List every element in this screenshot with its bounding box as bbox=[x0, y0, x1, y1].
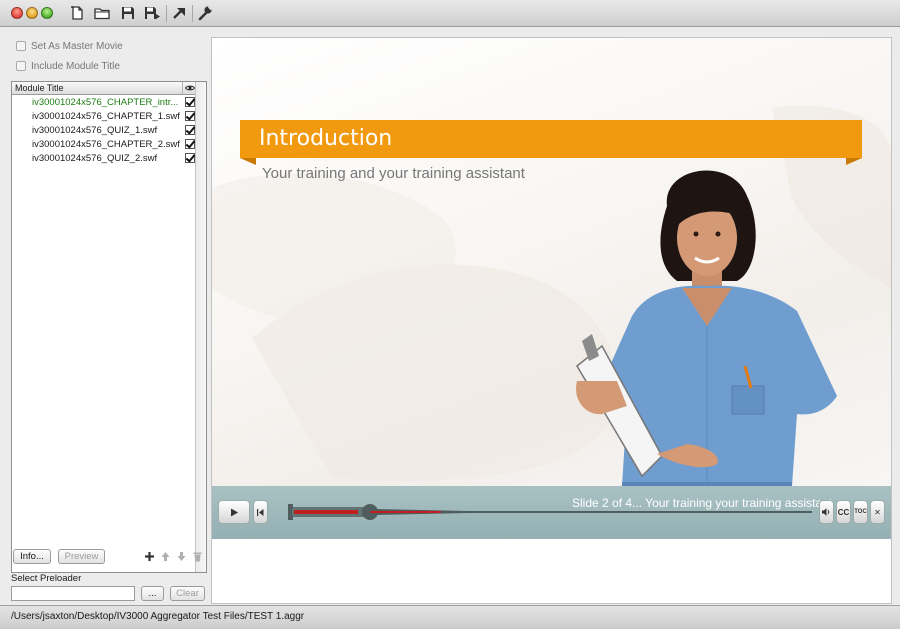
module-name: iv30001024x576_CHAPTER_intr... bbox=[32, 96, 179, 108]
add-icon bbox=[145, 552, 154, 561]
module-panel: Set As Master Movie Include Module Title… bbox=[0, 28, 211, 604]
table-row[interactable]: iv30001024x576_CHAPTER_2.swf bbox=[12, 137, 196, 151]
table-row[interactable]: iv30001024x576_QUIZ_1.swf bbox=[12, 123, 196, 137]
speaker-icon bbox=[822, 508, 830, 516]
file-path: /Users/jsaxton/Desktop/IV3000 Aggregator… bbox=[11, 611, 305, 622]
status-bar: /Users/jsaxton/Desktop/IV3000 Aggregator… bbox=[0, 605, 900, 629]
include-title-checkbox[interactable] bbox=[16, 61, 26, 71]
settings-button[interactable] bbox=[196, 4, 214, 22]
close-window-button[interactable] bbox=[11, 7, 23, 19]
module-name: iv30001024x576_QUIZ_1.swf bbox=[32, 124, 158, 136]
slide-status-text: Slide 2 of 4... Your training your train… bbox=[572, 496, 833, 510]
minimize-window-button[interactable] bbox=[26, 7, 38, 19]
exit-movie-button[interactable]: ✕ bbox=[870, 500, 885, 524]
table-row[interactable]: iv30001024x576_QUIZ_2.swf bbox=[12, 151, 196, 165]
toolbar-separator bbox=[192, 5, 193, 22]
save-icon bbox=[122, 7, 134, 19]
open-folder-icon bbox=[94, 8, 110, 20]
master-movie-checkbox-row[interactable]: Set As Master Movie bbox=[16, 39, 123, 53]
nurse-illustration bbox=[557, 166, 857, 486]
zoom-window-button[interactable] bbox=[41, 7, 53, 19]
save-as-icon bbox=[145, 7, 160, 19]
trash-icon bbox=[193, 552, 202, 562]
publish-button[interactable] bbox=[170, 4, 188, 22]
new-file-icon bbox=[71, 6, 83, 20]
include-title-label: Include Module Title bbox=[31, 60, 120, 72]
preview-button[interactable]: Preview bbox=[58, 549, 105, 564]
move-down-icon bbox=[177, 552, 186, 561]
module-name: iv30001024x576_CHAPTER_1.swf bbox=[32, 110, 180, 122]
new-file-button[interactable] bbox=[68, 4, 86, 22]
module-list-scrollbar[interactable] bbox=[195, 82, 206, 572]
play-icon bbox=[230, 508, 238, 516]
slide-title: Introduction bbox=[259, 126, 393, 151]
volume-button[interactable] bbox=[819, 500, 834, 524]
movie-preview: Introduction Your training and your trai… bbox=[211, 37, 892, 604]
progress-fill bbox=[370, 511, 441, 513]
include-title-checkbox-row[interactable]: Include Module Title bbox=[16, 59, 120, 73]
browse-preloader-button[interactable]: ... bbox=[141, 586, 164, 601]
save-as-button[interactable] bbox=[143, 4, 161, 22]
module-table: Module Title iv30001024x576_CHAPTER_intr… bbox=[11, 81, 207, 573]
module-name: iv30001024x576_QUIZ_2.swf bbox=[32, 152, 158, 164]
preloader-input[interactable] bbox=[11, 586, 135, 601]
preloader-label: Select Preloader bbox=[11, 573, 82, 584]
master-movie-checkbox[interactable] bbox=[16, 41, 26, 51]
clear-preloader-button[interactable]: Clear bbox=[170, 586, 205, 601]
info-button[interactable]: Info... bbox=[13, 549, 51, 564]
settings-wrench-icon bbox=[198, 5, 213, 21]
slide-subtitle: Your training and your training assistan… bbox=[262, 165, 525, 182]
eye-icon bbox=[184, 85, 195, 91]
table-header: Module Title bbox=[12, 82, 196, 95]
table-of-contents-button[interactable]: TOC bbox=[853, 500, 868, 524]
window-titlebar bbox=[0, 0, 900, 27]
module-name: iv30001024x576_CHAPTER_2.swf bbox=[32, 138, 180, 150]
save-button[interactable] bbox=[119, 4, 137, 22]
play-button[interactable] bbox=[218, 500, 250, 524]
closed-caption-button[interactable]: CC bbox=[836, 500, 851, 524]
skip-back-icon bbox=[257, 508, 264, 516]
player-control-bar: Slide 2 of 4... Your training your train… bbox=[212, 486, 891, 539]
add-module-button[interactable] bbox=[144, 551, 155, 562]
nurse-image bbox=[576, 170, 837, 486]
column-header-module-title[interactable]: Module Title bbox=[12, 82, 183, 94]
toolbar-separator bbox=[166, 5, 167, 22]
master-movie-label: Set As Master Movie bbox=[31, 40, 123, 52]
move-down-button[interactable] bbox=[176, 551, 187, 562]
delete-module-button[interactable] bbox=[192, 551, 203, 562]
rewind-button[interactable] bbox=[253, 500, 268, 524]
slide-title-banner: Introduction bbox=[240, 120, 862, 165]
module-rows: iv30001024x576_CHAPTER_intr... iv3000102… bbox=[12, 95, 196, 165]
move-up-button[interactable] bbox=[160, 551, 171, 562]
open-folder-button[interactable] bbox=[93, 4, 111, 22]
table-row[interactable]: iv30001024x576_CHAPTER_intr... bbox=[12, 95, 196, 109]
module-list: Module Title iv30001024x576_CHAPTER_intr… bbox=[12, 82, 196, 572]
progress-track[interactable] bbox=[370, 511, 812, 513]
publish-icon bbox=[173, 8, 185, 19]
table-row[interactable]: iv30001024x576_CHAPTER_1.swf bbox=[12, 109, 196, 123]
move-up-icon bbox=[161, 552, 170, 561]
